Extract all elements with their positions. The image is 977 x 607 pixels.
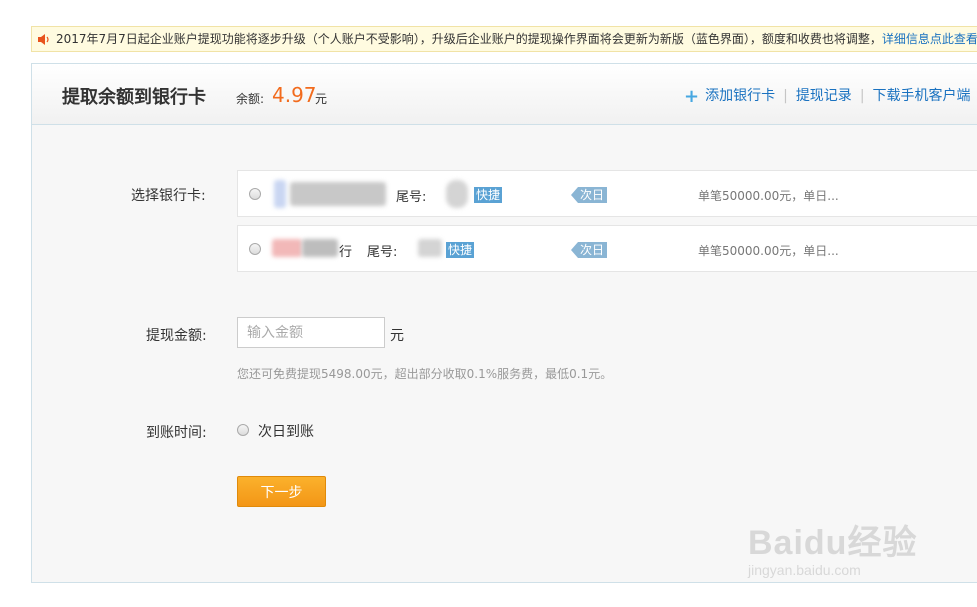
balance-value: 4.97 [272, 83, 317, 107]
withdraw-history-link[interactable]: 提现记录 [796, 88, 852, 104]
balance-label: 余额: [236, 92, 265, 106]
arrival-time-label: 到账时间: [146, 425, 207, 441]
withdraw-panel: 提取余额到银行卡 余额: 4.97 元 + 添加银行卡 | 提现记录 | 下载手机客户端 [31, 63, 977, 583]
amount-label: 提现金额: [146, 328, 207, 344]
watermark-url: jingyan.baidu.com [748, 562, 861, 578]
card-radio[interactable] [249, 243, 261, 255]
notice-details-link[interactable]: 详细信息点此查看 [882, 32, 977, 46]
bank-logo-blurred [274, 180, 286, 208]
panel-header: 提取余额到银行卡 余额: 4.97 元 + 添加银行卡 | 提现记录 | 下载手机客户端 [32, 64, 977, 125]
bank-card-option[interactable]: 尾号: 快捷 次日 单笔50000.00元，单日... [237, 170, 977, 217]
speaker-icon [38, 34, 49, 45]
add-bank-card-link[interactable]: 添加银行卡 [705, 88, 775, 104]
card-tail-blurred [446, 180, 468, 208]
baidu-jingyan-watermark: Baidu经验 jingyan.baidu.com [748, 515, 917, 578]
page-title: 提取余额到银行卡 [62, 87, 206, 108]
next-day-tag: 次日 [571, 187, 608, 203]
card-limit-text: 单笔50000.00元，单日... [698, 189, 839, 203]
bank-logo-blurred [272, 239, 302, 257]
fee-hint: 您还可免费提现5498.00元，超出部分收取0.1%服务费，最低0.1元。 [237, 367, 613, 381]
plus-icon: + [684, 86, 700, 107]
bank-name-blurred [302, 239, 338, 257]
card-radio[interactable] [249, 188, 261, 200]
next-step-button[interactable]: 下一步 [237, 476, 326, 507]
next-day-tag: 次日 [571, 242, 608, 258]
card-tail-label: 尾号: [396, 190, 427, 205]
bank-name-blurred [290, 182, 386, 206]
amount-input[interactable] [237, 317, 385, 348]
quick-pay-tag: 快捷 [474, 187, 503, 203]
card-tail-blurred [418, 239, 442, 257]
watermark-logo: Baidu经验 [748, 524, 918, 562]
quick-pay-tag: 快捷 [446, 242, 475, 258]
amount-unit: 元 [390, 328, 404, 344]
arrival-radio[interactable] [237, 424, 249, 436]
arrival-option-label[interactable]: 次日到账 [258, 421, 314, 441]
notice-text: 2017年7月7日起企业账户提现功能将逐步升级（个人账户不受影响），升级后企业账… [56, 32, 882, 46]
balance-unit: 元 [315, 92, 328, 106]
bank-card-option[interactable]: 行 尾号: 快捷 次日 单笔50000.00元，单日... [237, 225, 977, 272]
select-card-label: 选择银行卡: [131, 188, 206, 204]
notice-bar: 2017年7月7日起企业账户提现功能将逐步升级（个人账户不受影响），升级后企业账… [31, 26, 977, 52]
card-tail-label: 尾号: [367, 245, 398, 260]
bank-name-suffix: 行 [339, 245, 353, 260]
card-limit-text: 单笔50000.00元，单日... [698, 244, 839, 258]
download-client-link[interactable]: 下载手机客户端 [873, 88, 971, 104]
divider: | [783, 88, 788, 104]
divider: | [859, 88, 865, 104]
header-links: + 添加银行卡 | 提现记录 | 下载手机客户端 [684, 85, 971, 107]
